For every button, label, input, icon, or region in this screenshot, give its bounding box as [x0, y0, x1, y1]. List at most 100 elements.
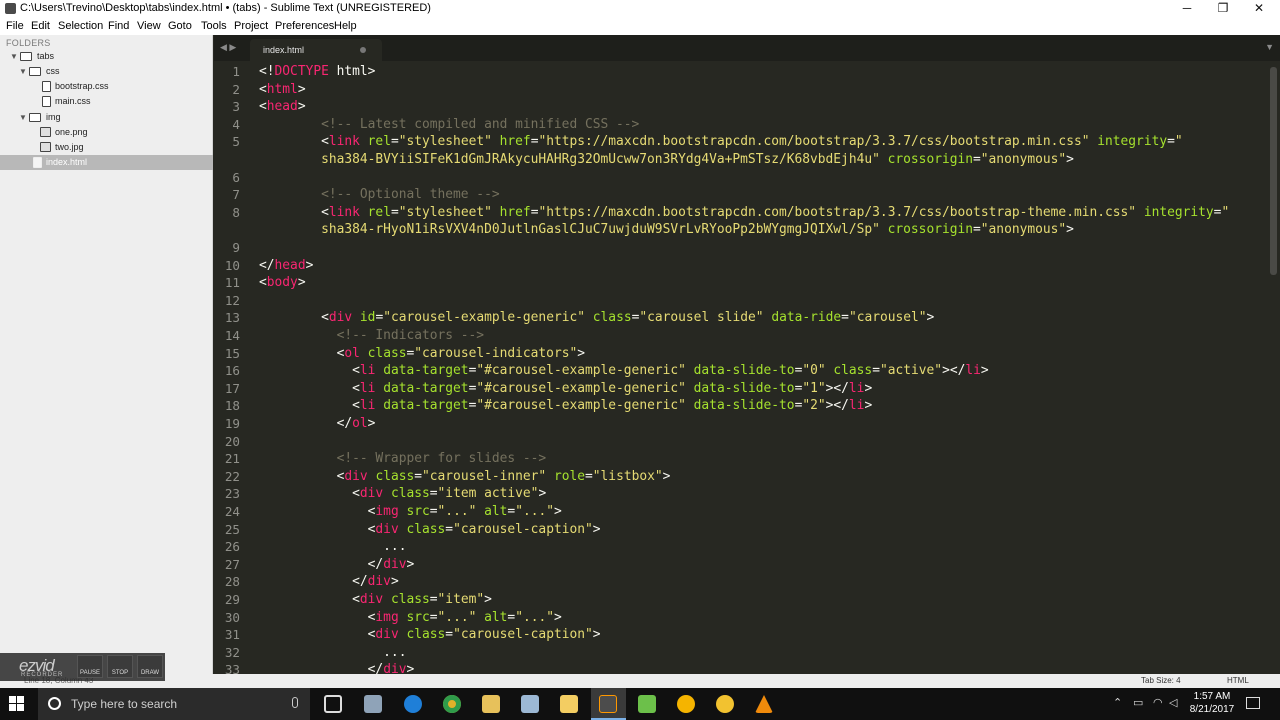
code-token: "https://maxcdn.bootstrapcdn.com/bootstr… [538, 134, 1090, 150]
tree-item-one-png[interactable]: one.png [0, 125, 213, 140]
task-view-icon[interactable] [324, 695, 342, 713]
app-pinned-icon[interactable] [521, 695, 539, 713]
stop-button[interactable]: STOP [107, 655, 133, 678]
expand-arrow-icon[interactable]: ▼ [10, 49, 20, 64]
draw-button[interactable]: DRAW [137, 655, 163, 678]
code-line: </div> [259, 661, 415, 674]
code-line: <ol class="carousel-indicators"> [259, 345, 585, 363]
code-token: < [259, 398, 360, 414]
pause-label: PAUSE [80, 670, 100, 676]
sublime-text-icon[interactable] [599, 695, 617, 713]
menu-project[interactable]: Project [234, 20, 268, 32]
expand-arrow-icon[interactable]: ▼ [19, 110, 29, 125]
wifi-icon[interactable]: ◠ [1153, 696, 1163, 709]
code-line: <body> [259, 274, 306, 292]
code-line: </div> [259, 573, 399, 591]
battery-icon[interactable]: ▭ [1133, 696, 1143, 709]
menu-preferences[interactable]: Preferences [275, 20, 334, 32]
code-line: <head> [259, 98, 306, 116]
norton-icon[interactable] [716, 695, 734, 713]
line-number: 19 [224, 416, 240, 431]
notification-center-icon[interactable] [1246, 697, 1260, 709]
code-token: <!-- Wrapper for slides --> [336, 451, 547, 467]
code-editor[interactable]: <!DOCTYPE html> <html> <head> <!-- Latest … [259, 61, 1267, 674]
scrollbar-thumb[interactable] [1270, 67, 1277, 275]
tab-size-indicator[interactable]: Tab Size: 4 [1141, 676, 1181, 685]
code-token: > [367, 416, 376, 431]
code-token: integrity [1097, 134, 1168, 150]
close-button[interactable]: ✕ [1240, 0, 1278, 18]
minimize-button[interactable]: ─ [1168, 0, 1206, 18]
syntax-indicator[interactable]: HTML [1227, 676, 1249, 685]
tree-item-two-jpg[interactable]: two.jpg [0, 140, 213, 155]
folder-pinned-icon[interactable] [560, 695, 578, 713]
app-pinned-icon[interactable] [638, 695, 656, 713]
vlc-icon[interactable] [755, 695, 773, 713]
code-token: li [848, 380, 865, 396]
menu-goto[interactable]: Goto [168, 20, 192, 32]
expand-arrow-icon[interactable]: ▼ [19, 64, 29, 79]
tree-item-img[interactable]: ▼ img [0, 110, 213, 125]
code-token: li [359, 363, 376, 379]
tree-item-tabs[interactable]: ▼ tabs [0, 49, 213, 64]
windows-start-icon[interactable] [9, 696, 25, 712]
code-line: <li data-target="#carousel-example-gener… [259, 380, 872, 398]
vertical-scrollbar[interactable] [1267, 61, 1280, 674]
line-number: 9 [232, 240, 240, 255]
code-token: < [259, 99, 267, 115]
code-token: link [328, 204, 360, 220]
menu-edit[interactable]: Edit [31, 20, 50, 32]
maximize-button[interactable]: ❐ [1204, 0, 1242, 18]
code-token: img [375, 609, 399, 625]
system-clock[interactable]: 1:57 AM 8/21/2017 [1182, 690, 1242, 716]
line-number: 11 [224, 275, 240, 291]
code-token: rel [367, 134, 391, 150]
file-explorer-icon[interactable] [482, 695, 500, 713]
volume-icon[interactable]: ◁ [1169, 696, 1177, 709]
microphone-icon[interactable] [292, 697, 298, 708]
pause-button[interactable]: PAUSE [77, 655, 103, 678]
tab-index-html[interactable]: index.html [250, 39, 382, 61]
code-token: class [390, 486, 430, 502]
menu-tools[interactable]: Tools [201, 20, 227, 32]
tree-item-main-css[interactable]: main.css [0, 94, 213, 109]
code-token: li [359, 380, 376, 396]
line-number-gutter: 1 2 3 4 5 6 7 8 9 10 11 12 13 14 15 16 17 18 19 20 21 22 23 24 2… [214, 61, 252, 674]
tab-dropdown-icon[interactable]: ▼ [1265, 42, 1274, 52]
tray-chevron-icon[interactable]: ⌃ [1113, 696, 1122, 709]
menu-find[interactable]: Find [108, 20, 129, 32]
code-token: alt [484, 504, 508, 519]
code-token: "carousel-caption" [453, 521, 593, 537]
tree-item-bootstrap-css[interactable]: bootstrap.css [0, 79, 213, 94]
menu-file[interactable]: File [6, 20, 24, 32]
tab-nav-arrows[interactable]: ◀ ▶ [220, 42, 236, 53]
taskbar-search-box[interactable]: Type here to search [38, 688, 310, 720]
menu-help[interactable]: Help [334, 20, 357, 32]
code-token: "..." [437, 609, 477, 625]
menu-selection[interactable]: Selection [58, 20, 103, 32]
code-token: div [383, 556, 407, 572]
media-player-icon[interactable] [677, 695, 695, 713]
code-token: > [406, 662, 415, 674]
code-line: <div class="item active"> [259, 485, 546, 503]
clock-time: 1:57 AM [1193, 691, 1231, 702]
code-token: = [429, 504, 438, 519]
code-token: = [445, 627, 454, 643]
tree-item-css[interactable]: ▼ css [0, 64, 213, 79]
chrome-browser-icon[interactable] [443, 695, 461, 713]
line-number: 1 [232, 64, 240, 79]
unsaved-dot-icon[interactable] [360, 47, 366, 53]
line-number: 17 [224, 380, 240, 396]
edge-browser-icon[interactable] [404, 695, 422, 713]
line-number: 25 [224, 521, 240, 537]
app-pinned-icon[interactable] [364, 695, 382, 713]
line-number: 7 [232, 187, 240, 203]
tree-item-index-html[interactable]: index.html [0, 155, 213, 170]
menu-view[interactable]: View [137, 20, 161, 32]
code-token: "https://maxcdn.bootstrapcdn.com/bootstr… [538, 204, 1137, 220]
line-number: 27 [224, 556, 240, 572]
